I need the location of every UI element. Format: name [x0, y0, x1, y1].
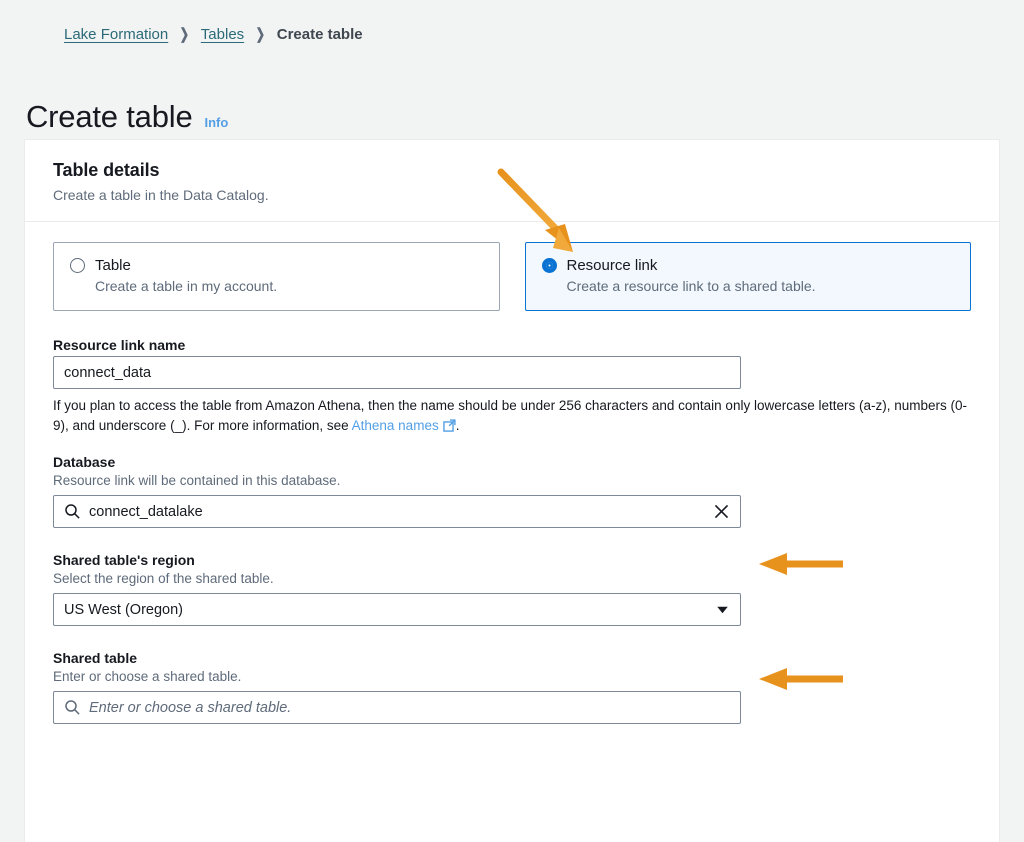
card-subtitle: Create a table in the Data Catalog.: [53, 187, 269, 203]
card-body: Table Create a table in my account. Reso…: [25, 222, 999, 725]
resource-link-name-field: Resource link name connect_data If you p…: [53, 337, 971, 435]
table-details-card: Table details Create a table in the Data…: [24, 139, 1000, 842]
shared-table-select-input[interactable]: Enter or choose a shared table.: [53, 691, 741, 725]
helper-text-part2: .: [455, 417, 460, 433]
create-table-page: Lake Formation ❯ Tables ❯ Create table C…: [0, 0, 1024, 842]
radio-tile-resource-link-description: Create a resource link to a shared table…: [566, 278, 816, 294]
shared-table-region-field: Shared table's region Select the region …: [53, 552, 971, 627]
breadcrumb-item-tables[interactable]: Tables: [201, 26, 244, 43]
breadcrumb-separator-icon: ❯: [255, 26, 266, 43]
external-link-icon: [442, 418, 456, 432]
info-link[interactable]: Info: [204, 115, 228, 130]
shared-table-sublabel: Enter or choose a shared table.: [53, 669, 242, 685]
athena-names-link[interactable]: Athena names: [352, 418, 439, 433]
shared-table-region-value: US West (Oregon): [64, 601, 183, 618]
shared-table-label: Shared table: [53, 650, 138, 667]
resource-link-name-value: connect_data: [64, 364, 152, 381]
helper-text-part1: If you plan to access the table from Ama…: [53, 398, 968, 433]
database-select-input[interactable]: connect_datalake: [53, 495, 741, 529]
table-type-radio-group: Table Create a table in my account. Reso…: [53, 242, 971, 311]
resource-link-name-helper: If you plan to access the table from Ama…: [53, 396, 969, 435]
search-icon: [64, 699, 81, 716]
search-icon: [64, 503, 81, 520]
radio-tile-table-description: Create a table in my account.: [95, 278, 278, 294]
radio-tile-resource-link-top: Resource link: [541, 257, 955, 274]
database-field: Database Resource link will be contained…: [53, 454, 971, 529]
breadcrumb-item-lake-formation[interactable]: Lake Formation: [64, 26, 168, 43]
shared-table-field: Shared table Enter or choose a shared ta…: [53, 650, 971, 725]
radio-tile-table[interactable]: Table Create a table in my account.: [53, 242, 500, 311]
shared-table-placeholder: Enter or choose a shared table.: [89, 699, 292, 716]
breadcrumb-item-create-table: Create table: [276, 25, 363, 43]
chevron-down-icon[interactable]: [715, 602, 730, 617]
radio-button-resource-link[interactable]: [541, 258, 557, 273]
resource-link-name-label: Resource link name: [53, 337, 186, 353]
card-header: Table details Create a table in the Data…: [25, 140, 999, 221]
close-icon[interactable]: [713, 503, 730, 520]
breadcrumb: Lake Formation ❯ Tables ❯ Create table: [64, 25, 363, 44]
radio-tile-resource-link[interactable]: Resource link Create a resource link to …: [524, 242, 971, 311]
radio-button-table[interactable]: [70, 258, 85, 273]
card-title: Table details: [53, 160, 160, 180]
radio-tile-resource-link-label: Resource link: [566, 257, 658, 274]
database-sublabel: Resource link will be contained in this …: [53, 473, 341, 489]
shared-table-region-label: Shared table's region: [53, 552, 195, 569]
breadcrumb-separator-icon: ❯: [179, 26, 190, 43]
resource-link-name-input[interactable]: connect_data: [53, 356, 741, 389]
database-label: Database: [53, 454, 116, 471]
shared-table-region-select[interactable]: US West (Oregon): [53, 593, 741, 627]
radio-tile-table-top: Table: [70, 257, 483, 274]
radio-tile-table-label: Table: [95, 257, 131, 274]
shared-table-region-sublabel: Select the region of the shared table.: [53, 571, 274, 587]
page-title: Create table: [26, 98, 193, 134]
database-value: connect_datalake: [89, 503, 203, 520]
